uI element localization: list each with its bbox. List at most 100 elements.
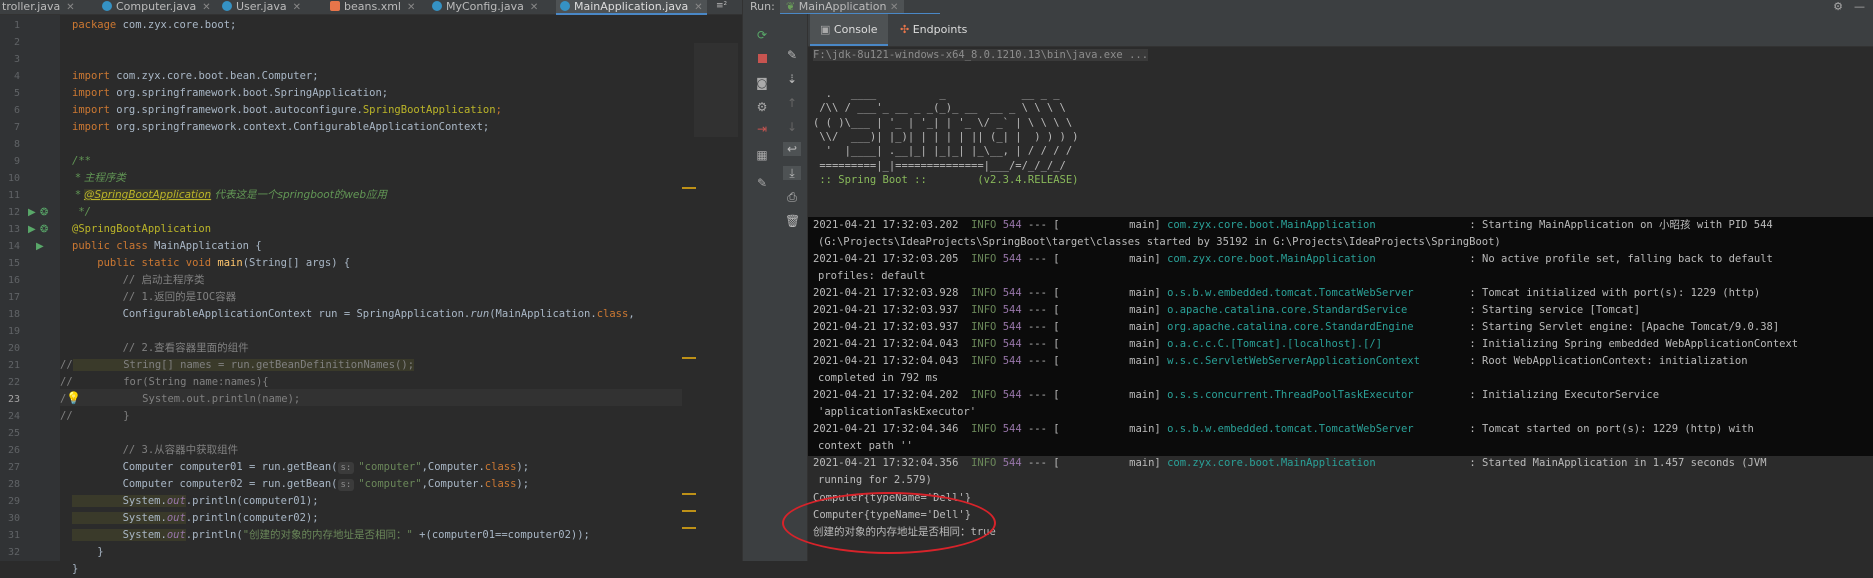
stop-icon[interactable]: [755, 52, 769, 66]
endpoints-icon: ✣: [900, 23, 910, 36]
console-icon: ▣: [820, 23, 831, 36]
run-main-icon[interactable]: ▶: [36, 241, 44, 252]
line-number: 5: [13, 88, 20, 99]
minimize-icon[interactable]: —: [1854, 0, 1865, 13]
arrow-up-icon[interactable]: ↑: [785, 96, 799, 110]
layout-icon[interactable]: ▦: [755, 148, 769, 162]
editor-tab-mainapplication[interactable]: MainApplication.java ✕: [556, 0, 707, 15]
log-level: INFO: [971, 457, 997, 469]
debug-icon[interactable]: ⚙: [755, 100, 769, 114]
log-timestamp: 2021-04-21 17:32:04.202: [813, 389, 959, 401]
editor-tab-beans[interactable]: beans.xml ✕: [330, 0, 415, 14]
tab-overflow-button[interactable]: ≡²: [716, 0, 727, 14]
print-icon[interactable]: ⎙: [785, 190, 799, 204]
line-number: 3: [13, 54, 20, 65]
log-pid: 544: [1002, 457, 1022, 469]
log-entry: 2021-04-21 17:32:04.202 INFO 544 --- [ m…: [813, 387, 1659, 404]
code-editor[interactable]: 💡 package com.zyx.core.boot; import com.…: [60, 15, 682, 575]
log-logger[interactable]: o.s.b.w.embedded.tomcat.TomcatWebServer: [1167, 285, 1463, 302]
log-pid: 544: [1002, 423, 1022, 435]
log-logger[interactable]: org.apache.catalina.core.StandardEngine: [1167, 319, 1463, 336]
code-line-9: * 主程序类: [72, 172, 126, 184]
close-icon[interactable]: ✕: [694, 2, 702, 13]
close-icon[interactable]: ✕: [407, 2, 415, 13]
warning-marker[interactable]: [682, 510, 696, 512]
log-timestamp: 2021-04-21 17:32:03.202: [813, 219, 959, 231]
run-config-tab[interactable]: ❦ MainApplication ✕: [780, 0, 905, 14]
spring-bean-icon[interactable]: ❂: [40, 224, 48, 235]
log-message: Tomcat started on port(s): 1229 (http) w…: [1482, 423, 1754, 435]
console-tab-bar: ▣ Console ✣ Endpoints: [808, 14, 1873, 47]
camera-icon[interactable]: ◙: [755, 76, 769, 90]
log-level: INFO: [971, 287, 997, 299]
gear-icon[interactable]: ⚙: [1833, 0, 1843, 13]
sort-down-icon[interactable]: ⇣: [785, 72, 799, 86]
warning-marker[interactable]: [682, 527, 696, 529]
log-logger[interactable]: o.apache.catalina.core.StandardService: [1167, 302, 1463, 319]
pin-icon[interactable]: ✎: [755, 176, 769, 190]
scroll-to-end-icon[interactable]: ⤓: [783, 166, 801, 180]
tab-label: MainApplication.java: [574, 0, 689, 13]
tab-label: beans.xml: [344, 0, 401, 13]
log-logger[interactable]: com.zyx.core.boot.MainApplication: [1167, 251, 1463, 268]
edit-icon[interactable]: ✎: [785, 48, 799, 62]
log-thread: main: [1129, 457, 1155, 469]
close-icon[interactable]: ✕: [530, 2, 538, 13]
code-line-1: package com.zyx.core.boot;: [72, 19, 237, 31]
spring-bean-icon[interactable]: ❂: [40, 207, 48, 218]
exit-icon[interactable]: ⇥: [755, 122, 769, 136]
editor-tab-controller[interactable]: troller.java ✕: [2, 0, 75, 14]
console-output[interactable]: F:\jdk-8u121-windows-x64_8.0.1210.13\bin…: [782, 47, 1873, 561]
run-toolbar: ⟳ ◙ ⚙ ⇥ ▦ ✎: [747, 14, 777, 561]
log-level: INFO: [971, 338, 997, 350]
editor-tab-computer[interactable]: Computer.java ✕: [102, 0, 211, 14]
close-icon[interactable]: ✕: [66, 2, 74, 13]
editor-scrollbar[interactable]: [682, 15, 742, 561]
close-icon[interactable]: ✕: [202, 2, 210, 13]
editor-tab-bar: troller.java ✕ Computer.java ✕ User.java ✕ …: [0, 0, 742, 15]
editor-tab-myconfig[interactable]: MyConfig.java ✕: [432, 0, 538, 14]
log-pid: 544: [1002, 355, 1022, 367]
log-logger[interactable]: o.a.c.c.C.[Tomcat].[localhost].[/]: [1167, 336, 1463, 353]
tab-endpoints[interactable]: ✣ Endpoints: [900, 14, 967, 46]
line-number: 24: [7, 411, 20, 422]
log-pid: 544: [1002, 321, 1022, 333]
log-logger[interactable]: o.s.b.w.embedded.tomcat.TomcatWebServer: [1167, 421, 1463, 438]
warning-marker[interactable]: [682, 493, 696, 495]
log-entry: 2021-04-21 17:32:04.043 INFO 544 --- [ m…: [813, 336, 1798, 353]
run-gutter-icon[interactable]: ▶: [28, 207, 36, 218]
log-level: INFO: [971, 423, 997, 435]
warning-marker[interactable]: [682, 357, 696, 359]
line-number-gutter: 1 2 3 4 5 6 7 8 9 10 11 12 13 14 15 16 17 18 19 20 21 22 23 24 2…: [0, 15, 60, 561]
line-number: 32: [7, 547, 20, 558]
code-minimap[interactable]: [694, 43, 738, 137]
run-gutter-icon[interactable]: ▶: [28, 224, 36, 235]
code-line-8: /**: [72, 155, 91, 167]
log-entry: 2021-04-21 17:32:03.937 INFO 544 --- [ m…: [813, 302, 1640, 319]
code-line-11: */: [72, 206, 91, 218]
xml-file-icon: [330, 1, 340, 11]
log-logger[interactable]: w.s.c.ServletWebServerApplicationContext: [1167, 353, 1463, 370]
log-pid: 544: [1002, 304, 1022, 316]
tab-console[interactable]: ▣ Console: [810, 14, 888, 46]
soft-wrap-icon[interactable]: ↩: [783, 142, 801, 156]
log-message: Starting MainApplication on 小昭孩 with PID…: [1482, 219, 1773, 231]
code-line-22: / System.out.println(name);: [60, 393, 301, 405]
log-continuation: profiles: default: [818, 270, 926, 282]
log-timestamp: 2021-04-21 17:32:04.043: [813, 355, 959, 367]
rerun-icon[interactable]: ⟳: [755, 28, 769, 42]
log-pid: 544: [1002, 253, 1022, 265]
warning-marker[interactable]: [682, 187, 696, 189]
arrow-down-icon[interactable]: ↓: [785, 120, 799, 134]
code-line-28: System.out.println(computer01);: [72, 495, 319, 507]
code-line-16: // 1.返回的是IOC容器: [72, 291, 237, 303]
editor-tab-user[interactable]: User.java ✕: [222, 0, 301, 14]
log-logger[interactable]: o.s.s.concurrent.ThreadPoolTaskExecutor: [1167, 387, 1463, 404]
close-icon[interactable]: ✕: [890, 2, 898, 13]
log-logger[interactable]: com.zyx.core.boot.MainApplication: [1167, 455, 1463, 472]
log-message: Starting Servlet engine: [Apache Tomcat/…: [1482, 321, 1780, 333]
log-entry: 2021-04-21 17:32:03.928 INFO 544 --- [ m…: [813, 285, 1760, 302]
log-logger[interactable]: com.zyx.core.boot.MainApplication: [1167, 217, 1463, 234]
trash-icon[interactable]: 🗑: [785, 214, 800, 228]
close-icon[interactable]: ✕: [293, 2, 301, 13]
